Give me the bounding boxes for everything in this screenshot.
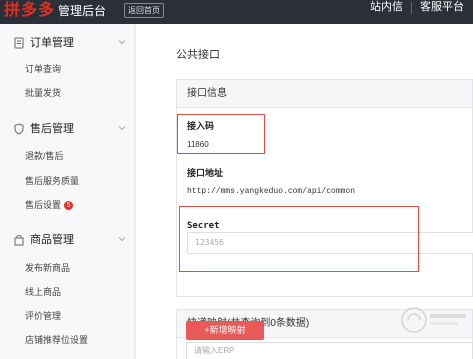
panel-header: 接口信息 <box>177 80 472 108</box>
shield-icon <box>14 123 24 135</box>
api-address-label: 接口地址 <box>187 169 224 179</box>
sidebar-item-bulk-ship[interactable]: 批量发货 <box>25 86 61 100</box>
inbox-link[interactable]: 站内信 <box>370 0 403 24</box>
sidebar-section-products[interactable]: 商品管理 <box>0 229 135 251</box>
bag-icon <box>14 235 24 246</box>
sidebar-section-title: 订单管理 <box>30 37 74 49</box>
sidebar-item-service-quality[interactable]: 售后服务质量 <box>25 174 79 188</box>
sidebar-item-store-recommend[interactable]: 店铺推荐位设置 <box>25 333 88 347</box>
logo[interactable]: 拼多多 管理后台 <box>4 1 106 23</box>
sidebar-item-online-products[interactable]: 线上商品 <box>25 285 61 299</box>
chevron-down-icon <box>118 237 126 242</box>
page-title: 公共接口 <box>176 49 220 61</box>
sidebar-section-after-sales[interactable]: 售后管理 <box>0 118 135 140</box>
sidebar-section-title: 商品管理 <box>30 234 74 246</box>
logo-subtitle: 管理后台 <box>58 4 107 18</box>
notification-badge: 5 <box>64 201 74 210</box>
sidebar-section-orders[interactable]: 订单管理 <box>0 32 135 54</box>
sidebar-item-reviews[interactable]: 评价管理 <box>25 309 61 323</box>
add-mapping-button[interactable]: +新增映射 <box>186 321 264 340</box>
sidebar: 订单管理 订单查询 批量发货 售后管理 退款/售后 售后服务质量 售后设置 5 商… <box>0 24 135 359</box>
chevron-down-icon <box>118 126 126 131</box>
highlight-box-access-code <box>177 114 265 154</box>
chevron-down-icon <box>118 40 126 45</box>
logo-brand: 拼多多 <box>4 2 56 19</box>
sidebar-item-order-query[interactable]: 订单查询 <box>25 62 61 76</box>
top-bar: 拼多多 管理后台 返回首页 站内信 客服平台 <box>0 0 473 24</box>
watermark-icon <box>401 307 466 333</box>
sidebar-section-title: 售后管理 <box>30 123 74 135</box>
api-address-value: http://mms.yangkeduo.com/api/common <box>187 187 356 196</box>
sidebar-item-label: 售后设置 <box>25 200 62 210</box>
erp-input[interactable]: 请输入ERP <box>186 342 473 359</box>
highlight-box-secret <box>179 206 419 272</box>
service-link[interactable]: 客服平台 <box>420 0 464 24</box>
home-button[interactable]: 返回首页 <box>124 3 164 18</box>
sidebar-item-after-sales-settings[interactable]: 售后设置 5 <box>25 198 74 212</box>
sidebar-item-refunds[interactable]: 退款/售后 <box>25 149 64 163</box>
document-icon <box>14 37 24 49</box>
sidebar-item-publish-product[interactable]: 发布新商品 <box>25 261 70 275</box>
topbar-divider <box>411 2 412 14</box>
